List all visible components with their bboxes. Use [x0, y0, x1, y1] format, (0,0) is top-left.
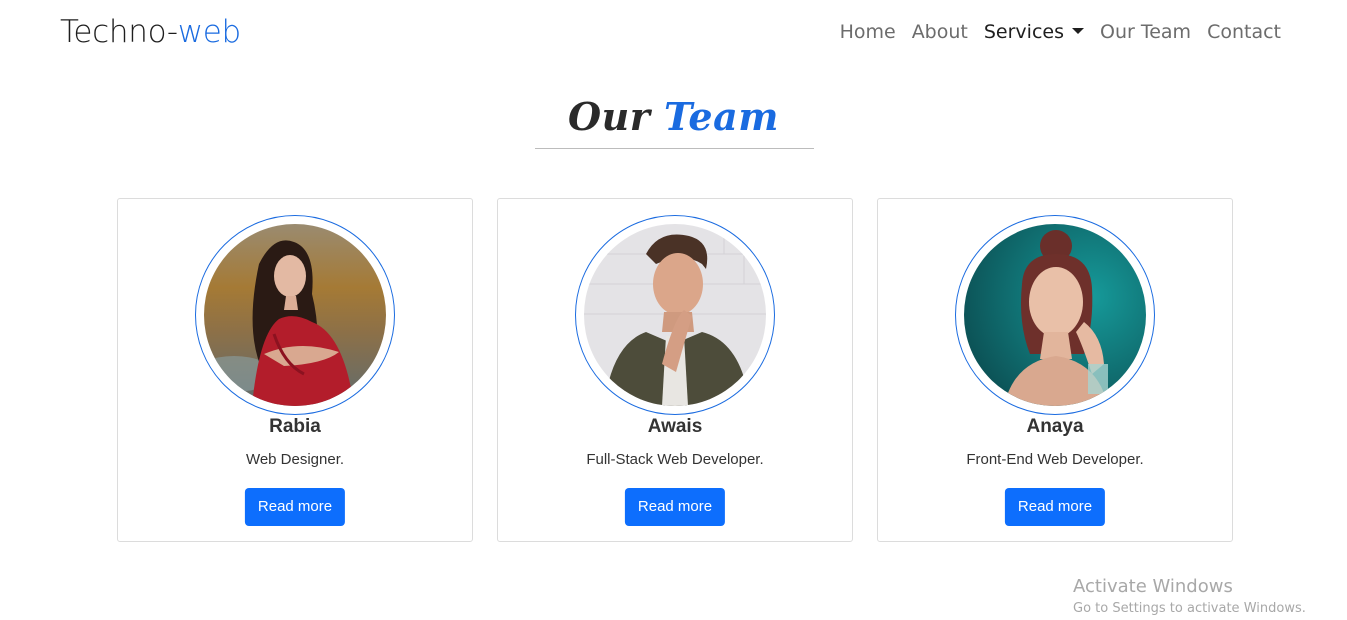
navbar: Techno-web Home About Services Our Team …	[0, 0, 1347, 68]
avatar-photo	[584, 224, 766, 406]
read-more-button[interactable]: Read more	[624, 488, 726, 526]
team-card: Rabia Web Designer. Read more	[117, 198, 473, 542]
nav-contact[interactable]: Contact	[1207, 21, 1281, 43]
member-name: Awais	[647, 416, 703, 437]
brand-accent: web	[177, 14, 242, 50]
caret-down-icon	[1072, 28, 1084, 34]
avatar-photo	[964, 224, 1146, 406]
windows-activation-watermark: Activate Windows Go to Settings to activ…	[1073, 576, 1306, 616]
nav-home[interactable]: Home	[840, 21, 896, 43]
member-role: Web Designer.	[245, 451, 345, 468]
title-divider	[535, 148, 814, 149]
watermark-title: Activate Windows	[1073, 576, 1233, 597]
read-more-button[interactable]: Read more	[1004, 488, 1106, 526]
watermark-subtitle: Go to Settings to activate Windows.	[1073, 601, 1306, 616]
avatar-photo	[204, 224, 386, 406]
member-name: Anaya	[1026, 416, 1084, 437]
nav-services-label: Services	[983, 21, 1064, 43]
avatar-ring	[955, 215, 1155, 415]
nav-about[interactable]: About	[912, 21, 968, 43]
main-nav: Home About Services Our Team Contact	[840, 21, 1281, 43]
member-role: Full-Stack Web Developer.	[586, 451, 764, 468]
brand-main: Techno-	[60, 14, 178, 50]
brand-logo[interactable]: Techno-web	[60, 14, 241, 50]
read-more-button[interactable]: Read more	[244, 488, 346, 526]
team-card: Awais Full-Stack Web Developer. Read mor…	[497, 198, 853, 542]
avatar-ring	[575, 215, 775, 415]
team-card: Anaya Front-End Web Developer. Read more	[877, 198, 1233, 542]
member-name: Rabia	[269, 416, 321, 437]
member-role: Front-End Web Developer.	[966, 451, 1144, 468]
nav-our-team[interactable]: Our Team	[1100, 21, 1191, 43]
avatar-ring	[195, 215, 395, 415]
section-title-accent: Team	[664, 94, 779, 139]
section-title-main: Our	[568, 94, 665, 139]
nav-services-dropdown[interactable]: Services	[984, 21, 1084, 43]
section-title: Our Team	[0, 94, 1347, 139]
